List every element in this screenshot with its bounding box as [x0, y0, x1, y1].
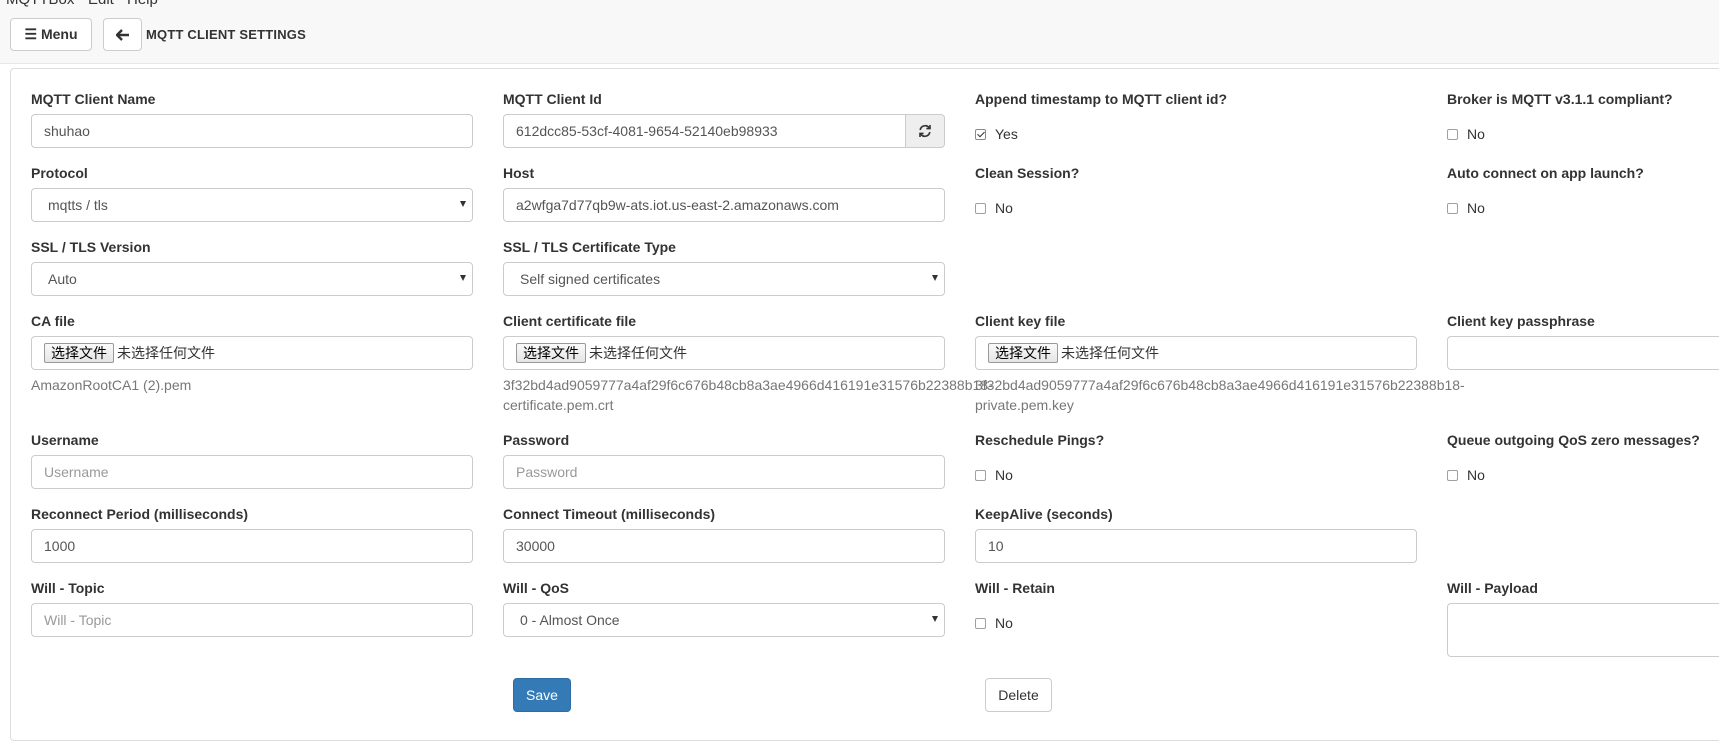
will-topic-label: Will - Topic [31, 580, 105, 596]
key-passphrase-input[interactable] [1447, 336, 1719, 370]
password-input[interactable]: Password [503, 455, 945, 489]
checkbox-icon[interactable] [975, 202, 986, 214]
app-menubar: MQTTBox Edit Help [0, 0, 1719, 8]
clean-session-option: No [995, 200, 1013, 216]
ca-file-input[interactable]: 选择文件 未选择任何文件 [31, 336, 473, 370]
client-key-label: Client key file [975, 313, 1066, 329]
protocol-select[interactable]: mqtts / tls [31, 188, 473, 222]
key-passphrase-label: Client key passphrase [1447, 313, 1595, 329]
app-menu-mqttbox[interactable]: MQTTBox [6, 0, 74, 8]
reconnect-period-label: Reconnect Period (milliseconds) [31, 506, 249, 522]
ca-file-status: 未选择任何文件 [117, 345, 215, 361]
append-timestamp-option: Yes [995, 126, 1018, 142]
ssl-version-value: Auto [48, 271, 77, 287]
ca-file-choose-button[interactable]: 选择文件 [44, 343, 114, 363]
cert-type-label: SSL / TLS Certificate Type [503, 239, 676, 255]
host-input[interactable]: a2wfga7d77qb9w-ats.iot.us-east-2.amazona… [503, 188, 945, 222]
reschedule-pings-option: No [995, 467, 1013, 483]
will-topic-input[interactable]: Will - Topic [31, 603, 473, 637]
will-qos-select[interactable]: 0 - Almost Once [503, 603, 945, 637]
protocol-value: mqtts / tls [48, 197, 108, 213]
reconnect-period-input[interactable]: 1000 [31, 529, 473, 563]
queue-qos-zero-option: No [1467, 467, 1485, 483]
queue-qos-zero-label: Queue outgoing QoS zero messages? [1447, 432, 1700, 448]
auto-connect-label: Auto connect on app launch? [1447, 165, 1644, 181]
username-input[interactable]: Username [31, 455, 473, 489]
queue-qos-zero-checkbox[interactable]: No [1447, 467, 1485, 483]
ssl-version-select[interactable]: Auto [31, 262, 473, 296]
client-cert-choose-button[interactable]: 选择文件 [516, 343, 586, 363]
clean-session-checkbox[interactable]: No [975, 200, 1013, 216]
auto-connect-checkbox[interactable]: No [1447, 200, 1485, 216]
will-payload-textarea[interactable] [1447, 603, 1719, 657]
ca-file-label: CA file [31, 313, 75, 329]
username-label: Username [31, 432, 99, 448]
client-name-input[interactable]: shuhao [31, 114, 473, 148]
checkbox-icon[interactable] [975, 469, 986, 481]
ssl-version-label: SSL / TLS Version [31, 239, 151, 255]
keepalive-label: KeepAlive (seconds) [975, 506, 1113, 522]
auto-connect-option: No [1467, 200, 1485, 216]
arrow-left-icon [115, 28, 129, 41]
client-cert-status: 未选择任何文件 [589, 345, 687, 361]
regenerate-id-button[interactable] [905, 114, 945, 148]
connect-timeout-input[interactable]: 30000 [503, 529, 945, 563]
refresh-icon [919, 124, 931, 138]
will-qos-label: Will - QoS [503, 580, 569, 596]
caret-down-icon [460, 275, 466, 281]
save-button[interactable]: Save [513, 678, 571, 712]
caret-down-icon [932, 275, 938, 281]
clean-session-label: Clean Session? [975, 165, 1080, 181]
connect-timeout-label: Connect Timeout (milliseconds) [503, 506, 716, 522]
client-cert-name-line1: 3f32bd4ad9059777a4af29f6c676b48cb8a3ae49… [503, 377, 993, 393]
checkbox-icon[interactable] [1447, 202, 1458, 214]
will-retain-label: Will - Retain [975, 580, 1055, 596]
will-payload-label: Will - Payload [1447, 580, 1538, 596]
ca-file-name: AmazonRootCA1 (2).pem [31, 377, 192, 393]
app-menu-help[interactable]: Help [127, 0, 158, 8]
client-cert-label: Client certificate file [503, 313, 637, 329]
will-qos-value: 0 - Almost Once [520, 612, 620, 628]
append-timestamp-checkbox[interactable]: Yes [975, 126, 1018, 142]
will-retain-checkbox[interactable]: No [975, 615, 1013, 631]
will-retain-option: No [995, 615, 1013, 631]
broker-compliant-option: No [1467, 126, 1485, 142]
client-cert-input[interactable]: 选择文件 未选择任何文件 [503, 336, 945, 370]
cert-type-select[interactable]: Self signed certificates [503, 262, 945, 296]
client-cert-name-line2: certificate.pem.crt [503, 397, 614, 413]
reschedule-pings-label: Reschedule Pings? [975, 432, 1105, 448]
client-key-status: 未选择任何文件 [1061, 345, 1159, 361]
checkbox-icon[interactable] [975, 617, 986, 629]
keepalive-input[interactable]: 10 [975, 529, 1417, 563]
cert-type-value: Self signed certificates [520, 271, 661, 287]
reschedule-pings-checkbox[interactable]: No [975, 467, 1013, 483]
app-menu-edit[interactable]: Edit [88, 0, 114, 8]
client-id-input[interactable]: 612dcc85-53cf-4081-9654-52140eb98933 [503, 114, 906, 148]
client-name-label: MQTT Client Name [31, 91, 156, 107]
protocol-label: Protocol [31, 165, 88, 181]
back-button[interactable] [103, 18, 142, 51]
menu-button[interactable]: ☰ Menu [10, 18, 92, 51]
page-title: MQTT CLIENT SETTINGS [146, 27, 306, 42]
append-timestamp-label: Append timestamp to MQTT client id? [975, 91, 1227, 107]
client-key-name-line2: private.pem.key [975, 397, 1074, 413]
password-label: Password [503, 432, 570, 448]
client-key-choose-button[interactable]: 选择文件 [988, 343, 1058, 363]
host-label: Host [503, 165, 535, 181]
checkbox-checked-icon[interactable] [975, 128, 986, 140]
broker-compliant-checkbox[interactable]: No [1447, 126, 1485, 142]
client-key-name-line1: 3f32bd4ad9059777a4af29f6c676b48cb8a3ae49… [975, 377, 1465, 393]
delete-button[interactable]: Delete [985, 678, 1052, 712]
broker-compliant-label: Broker is MQTT v3.1.1 compliant? [1447, 91, 1673, 107]
checkbox-icon[interactable] [1447, 128, 1458, 140]
caret-down-icon [460, 201, 466, 207]
caret-down-icon [932, 616, 938, 622]
checkbox-icon[interactable] [1447, 469, 1458, 481]
client-key-input[interactable]: 选择文件 未选择任何文件 [975, 336, 1417, 370]
client-id-label: MQTT Client Id [503, 91, 602, 107]
